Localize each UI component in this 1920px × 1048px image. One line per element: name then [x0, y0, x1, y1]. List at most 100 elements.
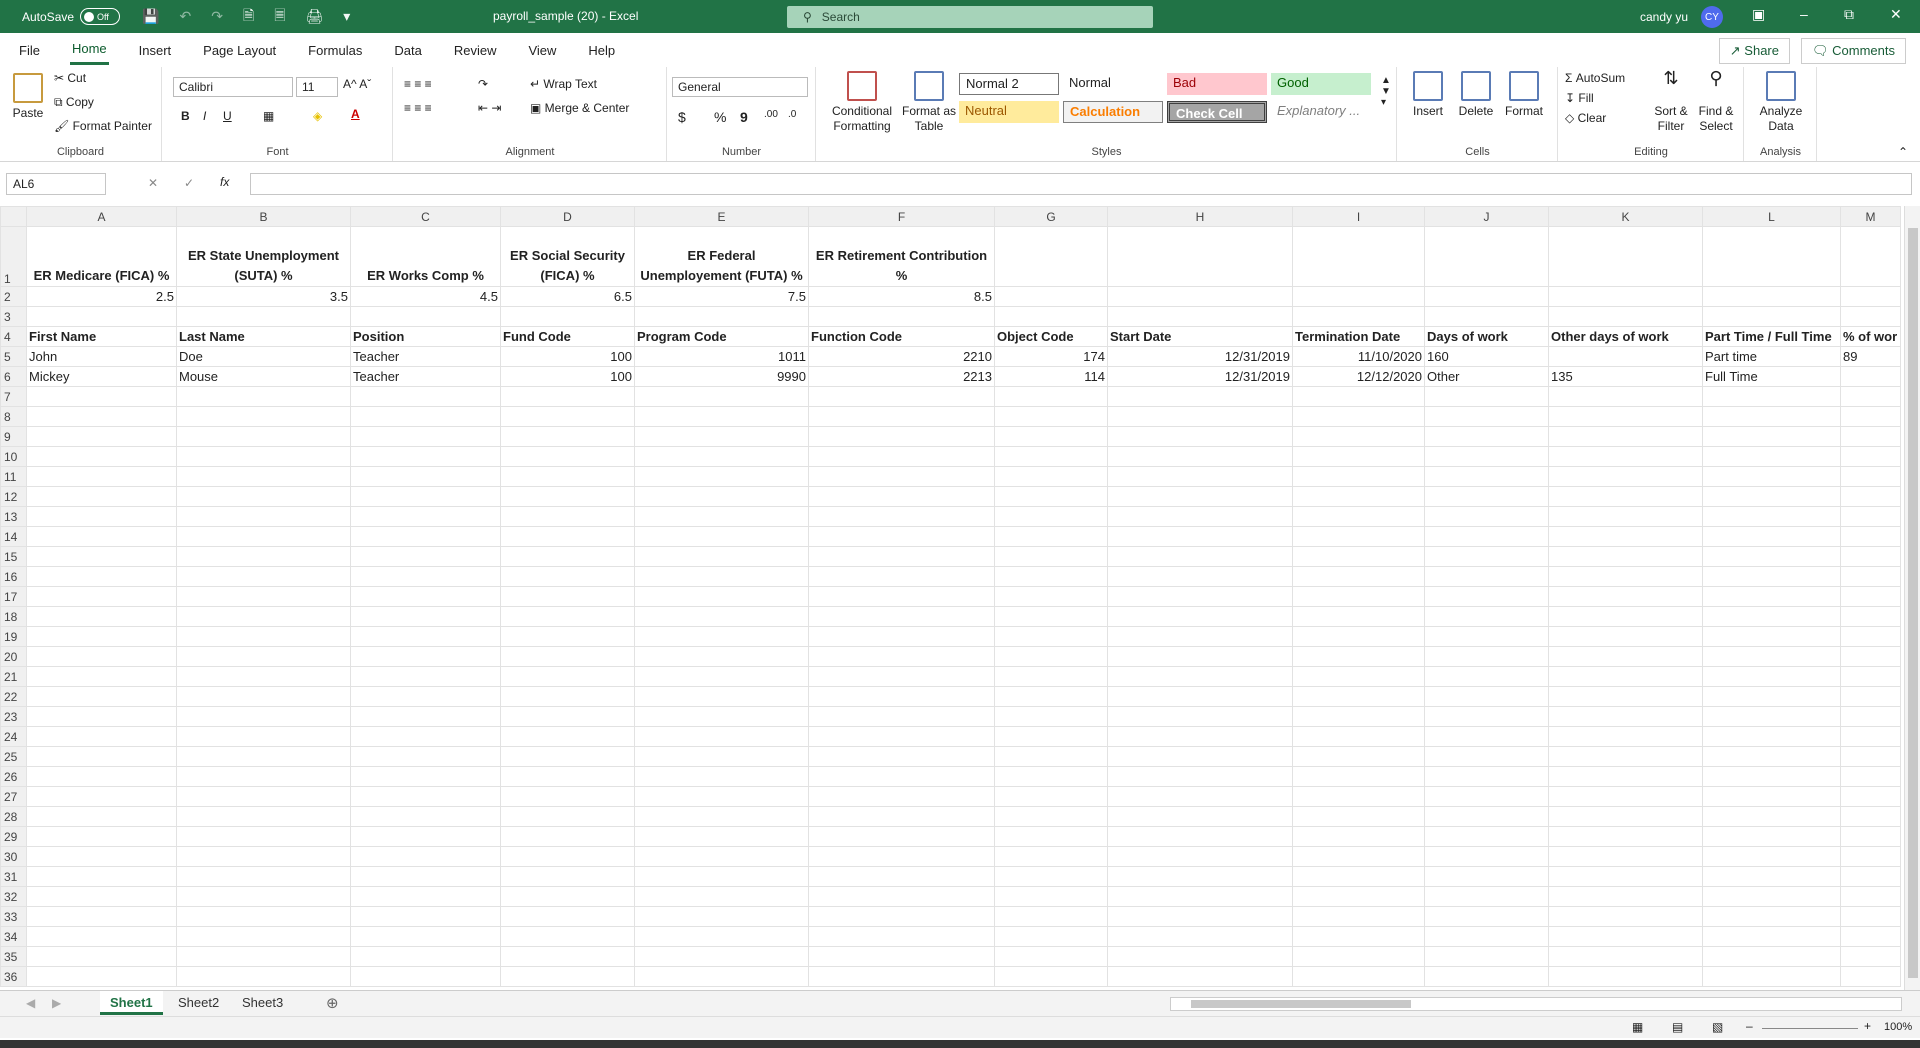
cell[interactable]	[350, 586, 501, 607]
column-header[interactable]: H	[1107, 206, 1293, 227]
cell[interactable]	[1424, 526, 1549, 547]
cell[interactable]	[1424, 766, 1549, 787]
cell[interactable]	[1548, 966, 1703, 987]
cell[interactable]	[634, 686, 809, 707]
column-header[interactable]: M	[1840, 206, 1901, 227]
comma-format-icon[interactable]: 9	[740, 109, 748, 125]
cell[interactable]	[1424, 946, 1549, 967]
cell[interactable]	[634, 406, 809, 427]
cell[interactable]	[26, 426, 177, 447]
cell[interactable]	[350, 506, 501, 527]
accounting-format-icon[interactable]: $	[678, 109, 686, 125]
row-header[interactable]: 8	[0, 406, 27, 427]
cell[interactable]	[1840, 386, 1901, 407]
cell[interactable]	[1424, 646, 1549, 667]
cell[interactable]	[1548, 446, 1703, 467]
cell[interactable]	[1292, 906, 1425, 927]
cell[interactable]: Mouse	[176, 366, 351, 387]
avatar[interactable]: CY	[1701, 6, 1723, 28]
cell[interactable]	[1840, 766, 1901, 787]
minimize-icon[interactable]: –	[1800, 6, 1808, 22]
cell[interactable]	[1107, 586, 1293, 607]
cell[interactable]: 114	[994, 366, 1108, 387]
cell[interactable]	[1424, 306, 1549, 327]
cell[interactable]	[1107, 526, 1293, 547]
sheet-tab-1[interactable]: Sheet1	[100, 991, 163, 1015]
cell[interactable]	[350, 826, 501, 847]
cell[interactable]	[1424, 546, 1549, 567]
underline-icon[interactable]: U	[223, 109, 232, 123]
cell[interactable]	[1107, 486, 1293, 507]
cell[interactable]	[634, 846, 809, 867]
copy-button[interactable]: ⧉ Copy	[54, 95, 94, 110]
row-header[interactable]: 2	[0, 286, 27, 307]
cell[interactable]	[1840, 286, 1901, 307]
cell[interactable]: 6.5	[500, 286, 635, 307]
cell[interactable]: 12/31/2019	[1107, 346, 1293, 367]
decimal-increase-icon[interactable]: .00	[764, 109, 778, 120]
vertical-scrollbar[interactable]	[1904, 206, 1920, 990]
cell[interactable]	[500, 506, 635, 527]
font-color-icon[interactable]: A	[351, 107, 360, 121]
cell[interactable]	[1424, 906, 1549, 927]
save-icon[interactable]: 💾	[142, 8, 159, 25]
cell[interactable]	[26, 726, 177, 747]
cell[interactable]	[1292, 566, 1425, 587]
cell[interactable]	[1702, 406, 1841, 427]
cell[interactable]: Last Name	[176, 326, 351, 347]
cell[interactable]	[350, 646, 501, 667]
row-header[interactable]: 14	[0, 526, 27, 547]
cell[interactable]	[1702, 606, 1841, 627]
row-header[interactable]: 34	[0, 926, 27, 947]
cell[interactable]	[994, 566, 1108, 587]
cell[interactable]	[634, 306, 809, 327]
add-sheet-icon[interactable]: ⊕	[326, 994, 339, 1012]
cell[interactable]	[1702, 626, 1841, 647]
cell[interactable]	[808, 306, 995, 327]
cell[interactable]	[1840, 926, 1901, 947]
cell[interactable]	[1548, 786, 1703, 807]
cell[interactable]	[1840, 446, 1901, 467]
cell[interactable]	[26, 406, 177, 427]
cell[interactable]: 174	[994, 346, 1108, 367]
cell[interactable]	[1840, 646, 1901, 667]
name-box[interactable]: AL6	[6, 173, 106, 195]
cell[interactable]	[500, 486, 635, 507]
cell[interactable]	[1548, 686, 1703, 707]
cell[interactable]	[1107, 666, 1293, 687]
cell[interactable]	[176, 786, 351, 807]
cell[interactable]	[1292, 466, 1425, 487]
cell[interactable]: 1011	[634, 346, 809, 367]
cell[interactable]	[1840, 586, 1901, 607]
cell[interactable]	[634, 446, 809, 467]
cell[interactable]	[1292, 766, 1425, 787]
cell[interactable]	[808, 506, 995, 527]
cell[interactable]	[1107, 966, 1293, 987]
cell[interactable]	[1548, 426, 1703, 447]
cell[interactable]	[26, 586, 177, 607]
normal-view-icon[interactable]: ▦	[1632, 1020, 1643, 1034]
zoom-in-icon[interactable]: +	[1864, 1019, 1871, 1033]
cell[interactable]: Days of work	[1424, 326, 1549, 347]
align-top-icon[interactable]: ≡ ≡ ≡	[404, 77, 432, 91]
sheet-tab-2[interactable]: Sheet2	[168, 991, 229, 1015]
cell[interactable]: ER Social Security (FICA) %	[500, 226, 635, 287]
horizontal-scrollbar[interactable]	[1170, 997, 1902, 1011]
cell[interactable]	[994, 306, 1108, 327]
cell[interactable]: Part Time / Full Time	[1702, 326, 1841, 347]
cell[interactable]	[1702, 966, 1841, 987]
cell[interactable]	[1840, 966, 1901, 987]
cell[interactable]	[350, 946, 501, 967]
column-header[interactable]: B	[176, 206, 351, 227]
cell[interactable]	[350, 966, 501, 987]
cell[interactable]	[634, 706, 809, 727]
cell[interactable]	[1840, 846, 1901, 867]
cell[interactable]	[176, 526, 351, 547]
cell[interactable]	[1424, 666, 1549, 687]
cell[interactable]	[350, 466, 501, 487]
cell[interactable]: 100	[500, 346, 635, 367]
cell[interactable]	[26, 706, 177, 727]
cell[interactable]	[1702, 666, 1841, 687]
cell[interactable]	[1107, 746, 1293, 767]
cell[interactable]	[1107, 786, 1293, 807]
